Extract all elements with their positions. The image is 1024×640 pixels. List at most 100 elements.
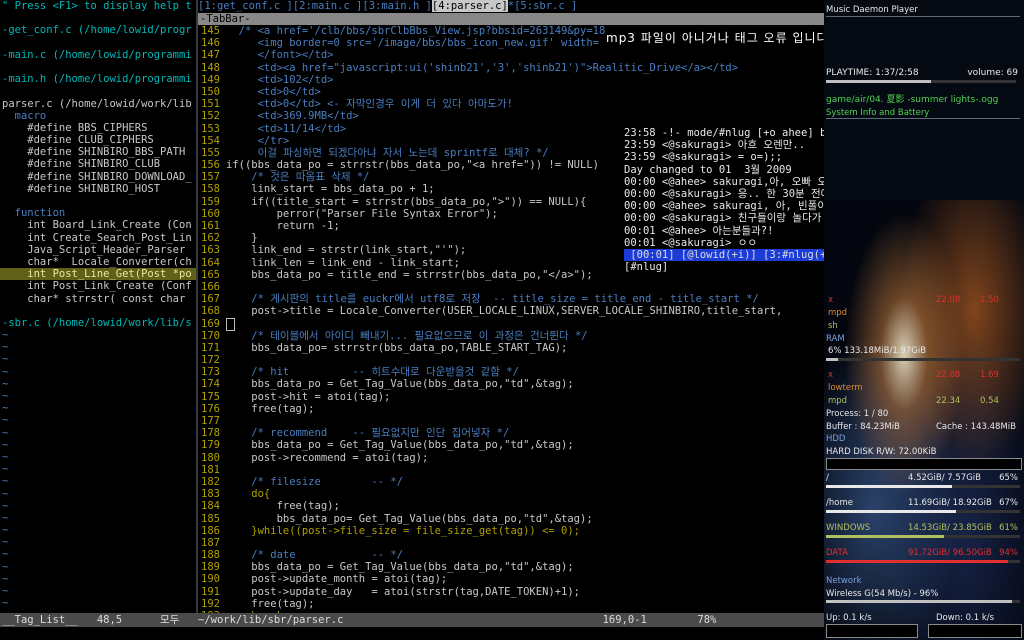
irc-prompt[interactable]: [#nlug]	[624, 261, 824, 273]
code-line[interactable]: 168 post->title = Locale_Converter(USER_…	[198, 305, 824, 317]
code-line[interactable]: 190 post->update_month = atoi(tag);	[198, 573, 824, 585]
code-line[interactable]: 174 bbs_data_po = Get_Tag_Value(bbs_data…	[198, 378, 824, 390]
code-line[interactable]: 191 post->update_day = atoi(strstr(tag,D…	[198, 586, 824, 598]
buffer-tab[interactable]: [4:parser.c]	[431, 0, 508, 12]
taglist-item[interactable]: Java_Script_Header_Parser	[0, 244, 196, 256]
taglist-item[interactable]: int Post_Link_Create (Conf	[0, 280, 196, 292]
code-line[interactable]: 187	[198, 537, 824, 549]
line-number: 164	[201, 256, 220, 269]
code-line[interactable]: 169	[198, 317, 824, 331]
code-line[interactable]: 150 <td>0</td>	[198, 86, 824, 98]
taglist-item[interactable]: int Board_Link_Create (Con	[0, 219, 196, 231]
wireless-status: Wireless G(54 Mb/s) - 96%	[826, 589, 939, 599]
code-line[interactable]: 173 /* hit -- 히트수대로 다운받을것 같함 */	[198, 366, 824, 378]
taglist-item[interactable]: #define BBS_CIPHERS	[0, 122, 196, 134]
code-line[interactable]: 188 /* date -- */	[198, 549, 824, 561]
buffer-size: Buffer : 84.23MiB	[826, 422, 900, 432]
code-line[interactable]: 186 }while((post->file_size = file_size_…	[198, 525, 824, 537]
taglist-item[interactable]: -get_conf.c (/home/lowid/progr	[0, 24, 196, 36]
empty-line-marker: ~	[2, 475, 9, 488]
taglist-item	[0, 195, 196, 207]
code-line[interactable]: 170 /* 테이블에서 아이디 빼내기... 필요없으므로 이 과정은 건너뛴…	[198, 330, 824, 342]
irc-message: 00:00 <@ahee> sakuragi, 아, 빈폴이 따로 하셨나부다…	[624, 200, 824, 213]
line-number: 179	[201, 439, 220, 452]
line-number: 175	[201, 390, 220, 403]
line-number: 159	[201, 195, 220, 208]
code-line[interactable]: 177	[198, 415, 824, 427]
taglist-item[interactable]: -sbr.c (/home/lowid/work/lib/s	[0, 317, 196, 329]
line-number: 161	[201, 220, 220, 232]
irc-status-bar: [00:01] [@lowid(+i)] [3:#nlug(+mnst)] [A…	[624, 248, 922, 262]
taglist-item[interactable]: -main.h (/home/lowid/programmi	[0, 73, 196, 85]
line-number: 188	[201, 549, 220, 562]
buffer-tab[interactable]: [2:main.c ]	[293, 0, 363, 12]
code-line[interactable]: 178 /* recommend -- 필요없지만 인단 집어넣자 */	[198, 427, 824, 439]
code-line[interactable]: 175 post->hit = atoi(tag);	[198, 391, 824, 403]
code-text: bbs_data_po = Get_Tag_Value(bbs_data_po,…	[226, 378, 574, 391]
code-line[interactable]: 176 free(tag);	[198, 403, 824, 415]
code-line[interactable]: 189 bbs_data_po = Get_Tag_Value(bbs_data…	[198, 561, 824, 573]
code-area[interactable]: 145 /* <a href='/clb/bbs/sbrClbBbs_View.…	[198, 25, 824, 622]
buffer-tab[interactable]: [3:main.h ]	[362, 0, 432, 12]
taglist-group[interactable]: function	[0, 207, 196, 219]
code-line[interactable]: 172	[198, 354, 824, 366]
taglist-item[interactable]: #define CLUB_CIPHERS	[0, 134, 196, 146]
code-line[interactable]: 182 /* filesize -- */	[198, 476, 824, 488]
code-line[interactable]: 179 bbs_data_po = Get_Tag_Value(bbs_data…	[198, 439, 824, 451]
code-text: bbs_data_po= Get_Tag_Value(bbs_data_po,"…	[226, 512, 593, 525]
process-name: sh	[828, 321, 838, 331]
editor-pane[interactable]: -TabBar- 145 /* <a href='/clb/bbs/sbrClb…	[198, 13, 824, 622]
line-number: 163	[201, 244, 220, 257]
code-text: post->title = Locale_Converter(USER_LOCA…	[226, 305, 783, 318]
irc-window[interactable]: 23:58 -!- mode/#nlug [+o ahee] by ^^23:5…	[624, 127, 922, 273]
taglist-group[interactable]: macro	[0, 110, 196, 122]
line-number: 167	[201, 293, 220, 306]
taglist-item[interactable]: char* strrstr( const char	[0, 293, 196, 305]
code-line[interactable]: 192 free(tag);	[198, 598, 824, 610]
code-line[interactable]: 152 <td>369.9MB</td>	[198, 110, 824, 122]
taglist-item[interactable]: #define SHINBIRO_CLUB	[0, 158, 196, 170]
code-line[interactable]: 184 free(tag);	[198, 500, 824, 512]
code-line[interactable]: 151 <td>0</td> <- 자막인경우 이게 더 있다 아마도가!	[198, 98, 824, 110]
code-line[interactable]: 181	[198, 464, 824, 476]
line-number: 189	[201, 561, 220, 574]
code-line[interactable]: 149 <td>102</td>	[198, 74, 824, 86]
playtime-bar	[826, 80, 1016, 83]
download-graph	[928, 624, 1022, 638]
taglist-items: -get_conf.c (/home/lowid/progr -main.c (/…	[0, 24, 196, 609]
taglist-item[interactable]: #define SHINBIRO_HOST	[0, 183, 196, 195]
taglist-pane[interactable]: " Press <F1> to display help t -get_conf…	[0, 0, 196, 640]
line-number: 165	[201, 268, 220, 281]
code-line[interactable]: 147 </font></td>	[198, 49, 824, 61]
osd-message: mp3 파일이 아니거나 태그 오류 입니다	[606, 31, 829, 45]
code-line[interactable]: 148 <td><a href="javascript:ui('shinb21'…	[198, 62, 824, 74]
code-text: free(tag);	[226, 500, 340, 513]
taglist-item[interactable]: #define SHINBIRO_BBS_PATH	[0, 146, 196, 158]
taglist-item[interactable]: int Post_Line_Get(Post *po	[0, 268, 196, 281]
code-text: post->update_month = atoi(tag);	[226, 573, 448, 586]
code-line[interactable]: 166	[198, 281, 824, 293]
code-line[interactable]: 171 bbs_data_po= strrstr(bbs_data_po,TAB…	[198, 342, 824, 354]
empty-line-marker: ~	[2, 585, 9, 597]
upload-rate: Up: 0.1 k/s	[826, 613, 872, 623]
taglist-item	[0, 61, 196, 73]
code-text: perror("Parser File Syntax Error");	[226, 207, 498, 220]
taglist-item[interactable]: #define SHINBIRO_DOWNLOAD_	[0, 171, 196, 183]
taglist-item[interactable]: parser.c (/home/lowid/work/lib	[0, 98, 196, 110]
line-number: 169	[201, 317, 220, 330]
code-line[interactable]: 185 bbs_data_po= Get_Tag_Value(bbs_data_…	[198, 513, 824, 525]
buffer-tab[interactable]: [1:get_conf.c ]	[198, 0, 293, 12]
empty-line-marker: ~	[2, 572, 9, 585]
code-line[interactable]: 183 do{	[198, 488, 824, 500]
line-number: 186	[201, 524, 220, 537]
code-text: bbs_data_po = Get_Tag_Value(bbs_data_po,…	[226, 561, 574, 574]
buffer-tab[interactable]: [5:sbr.c ]	[514, 0, 577, 12]
line-number: 152	[201, 110, 220, 123]
empty-line-marker: ~	[2, 524, 9, 537]
code-line[interactable]: 180 post->recommend = atoi(tag);	[198, 452, 824, 464]
line-number: 154	[201, 134, 220, 147]
code-line[interactable]: 167 /* 게시판의 title를 euckr에서 utf8로 저장 -- t…	[198, 293, 824, 305]
taglist-item[interactable]: char* Locale_Converter(ch	[0, 256, 196, 268]
taglist-item[interactable]: -main.c (/home/lowid/programmi	[0, 49, 196, 61]
taglist-item[interactable]: int Create_Search_Post_Lin	[0, 232, 196, 244]
